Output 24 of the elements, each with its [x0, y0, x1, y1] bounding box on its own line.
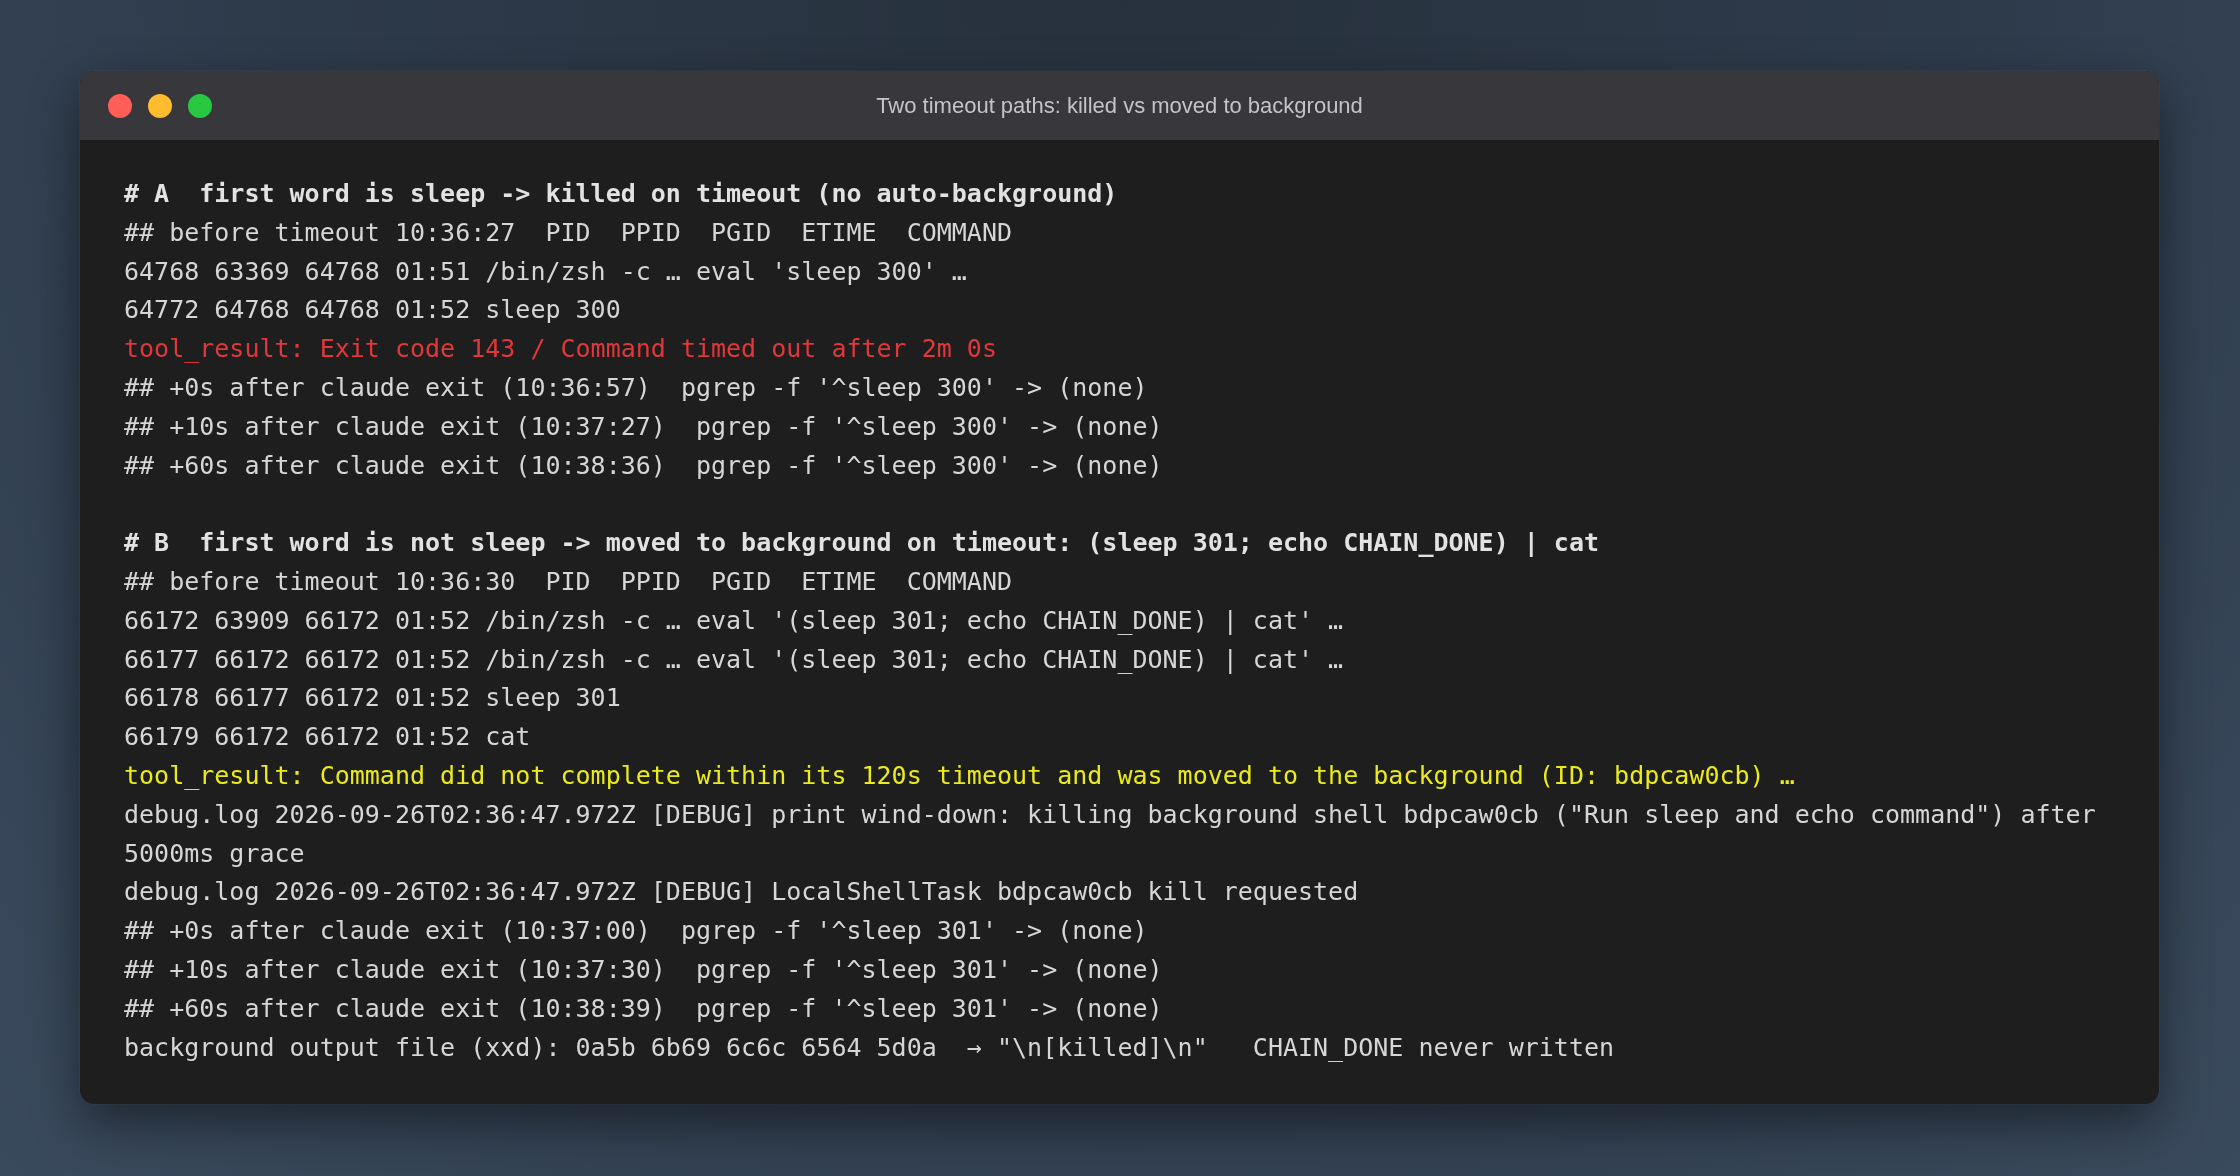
terminal-output-line: 66179 66172 66172 01:52 cat	[124, 721, 532, 754]
terminal-output-line: ## before timeout 10:36:27 PID PPID PGID ETIME COMMAND	[124, 216, 1014, 249]
terminal-output-line: 66177 66172 66172 01:52 /bin/zsh -c … eval '(sleep 301; echo CHAIN_DONE) | cat' …	[124, 643, 1345, 676]
terminal-output-line: ## +0s after claude exit (10:37:00) pgrep -f '^sleep 301' -> (none)	[124, 915, 1149, 948]
terminal-output-line: 66178 66177 66172 01:52 sleep 301	[124, 682, 622, 715]
terminal-output-line: background output file (xxd): 0a5b 6b69 6c6c 6564 5d0a → "\n[killed]\n" CHAIN_DONE never written	[124, 1031, 1616, 1064]
terminal-output-line: ## +0s after claude exit (10:36:57) pgrep -f '^sleep 300' -> (none)	[124, 372, 1149, 404]
terminal-output-line: ## +10s after claude exit (10:37:27) pgrep -f '^sleep 300' -> (none)	[124, 410, 1164, 443]
terminal-output-line: 66172 63909 66172 01:52 /bin/zsh -c … eval '(sleep 301; echo CHAIN_DONE) | cat' …	[124, 604, 1345, 637]
minimize-button[interactable]	[148, 93, 172, 118]
warning-message: tool_result: Command did not complete within its 120s timeout and was moved to the background (ID: bdpcaw0cb) …	[124, 759, 1796, 792]
section-heading: # A first word is sleep -> killed on timeout (no auto-background)	[124, 178, 1119, 210]
terminal-output-line: ## before timeout 10:36:30 PID PPID PGID ETIME COMMAND	[124, 565, 1014, 598]
terminal-output-line: 64768 63369 64768 01:51 /bin/zsh -c … eval 'sleep 300' …	[124, 255, 968, 288]
section-heading: # B first word is not sleep -> moved to background on timeout: (sleep 301; echo CHAIN_DONE) | cat	[124, 527, 1601, 560]
terminal-output-line: ## +10s after claude exit (10:37:30) pgrep -f '^sleep 301' -> (none)	[124, 953, 1164, 986]
terminal-output-line: debug.log 2026-09-26T02:36:47.972Z [DEBUG] LocalShellTask bdpcaw0cb kill requested	[124, 876, 1360, 909]
maximize-button[interactable]	[188, 93, 212, 118]
terminal-output-line: ## +60s after claude exit (10:38:39) pgrep -f '^sleep 301' -> (none)	[124, 992, 1164, 1025]
terminal-output-line: ## +60s after claude exit (10:38:36) pgrep -f '^sleep 300' -> (none)	[124, 449, 1164, 482]
close-button[interactable]	[108, 93, 132, 118]
error-message: tool_result: Exit code 143 / Command timed out after 2m 0s	[124, 333, 998, 366]
window-title: Two timeout paths: killed vs moved to background	[876, 92, 1363, 119]
terminal-output-line: 64772 64768 64768 01:52 sleep 300	[124, 294, 622, 327]
